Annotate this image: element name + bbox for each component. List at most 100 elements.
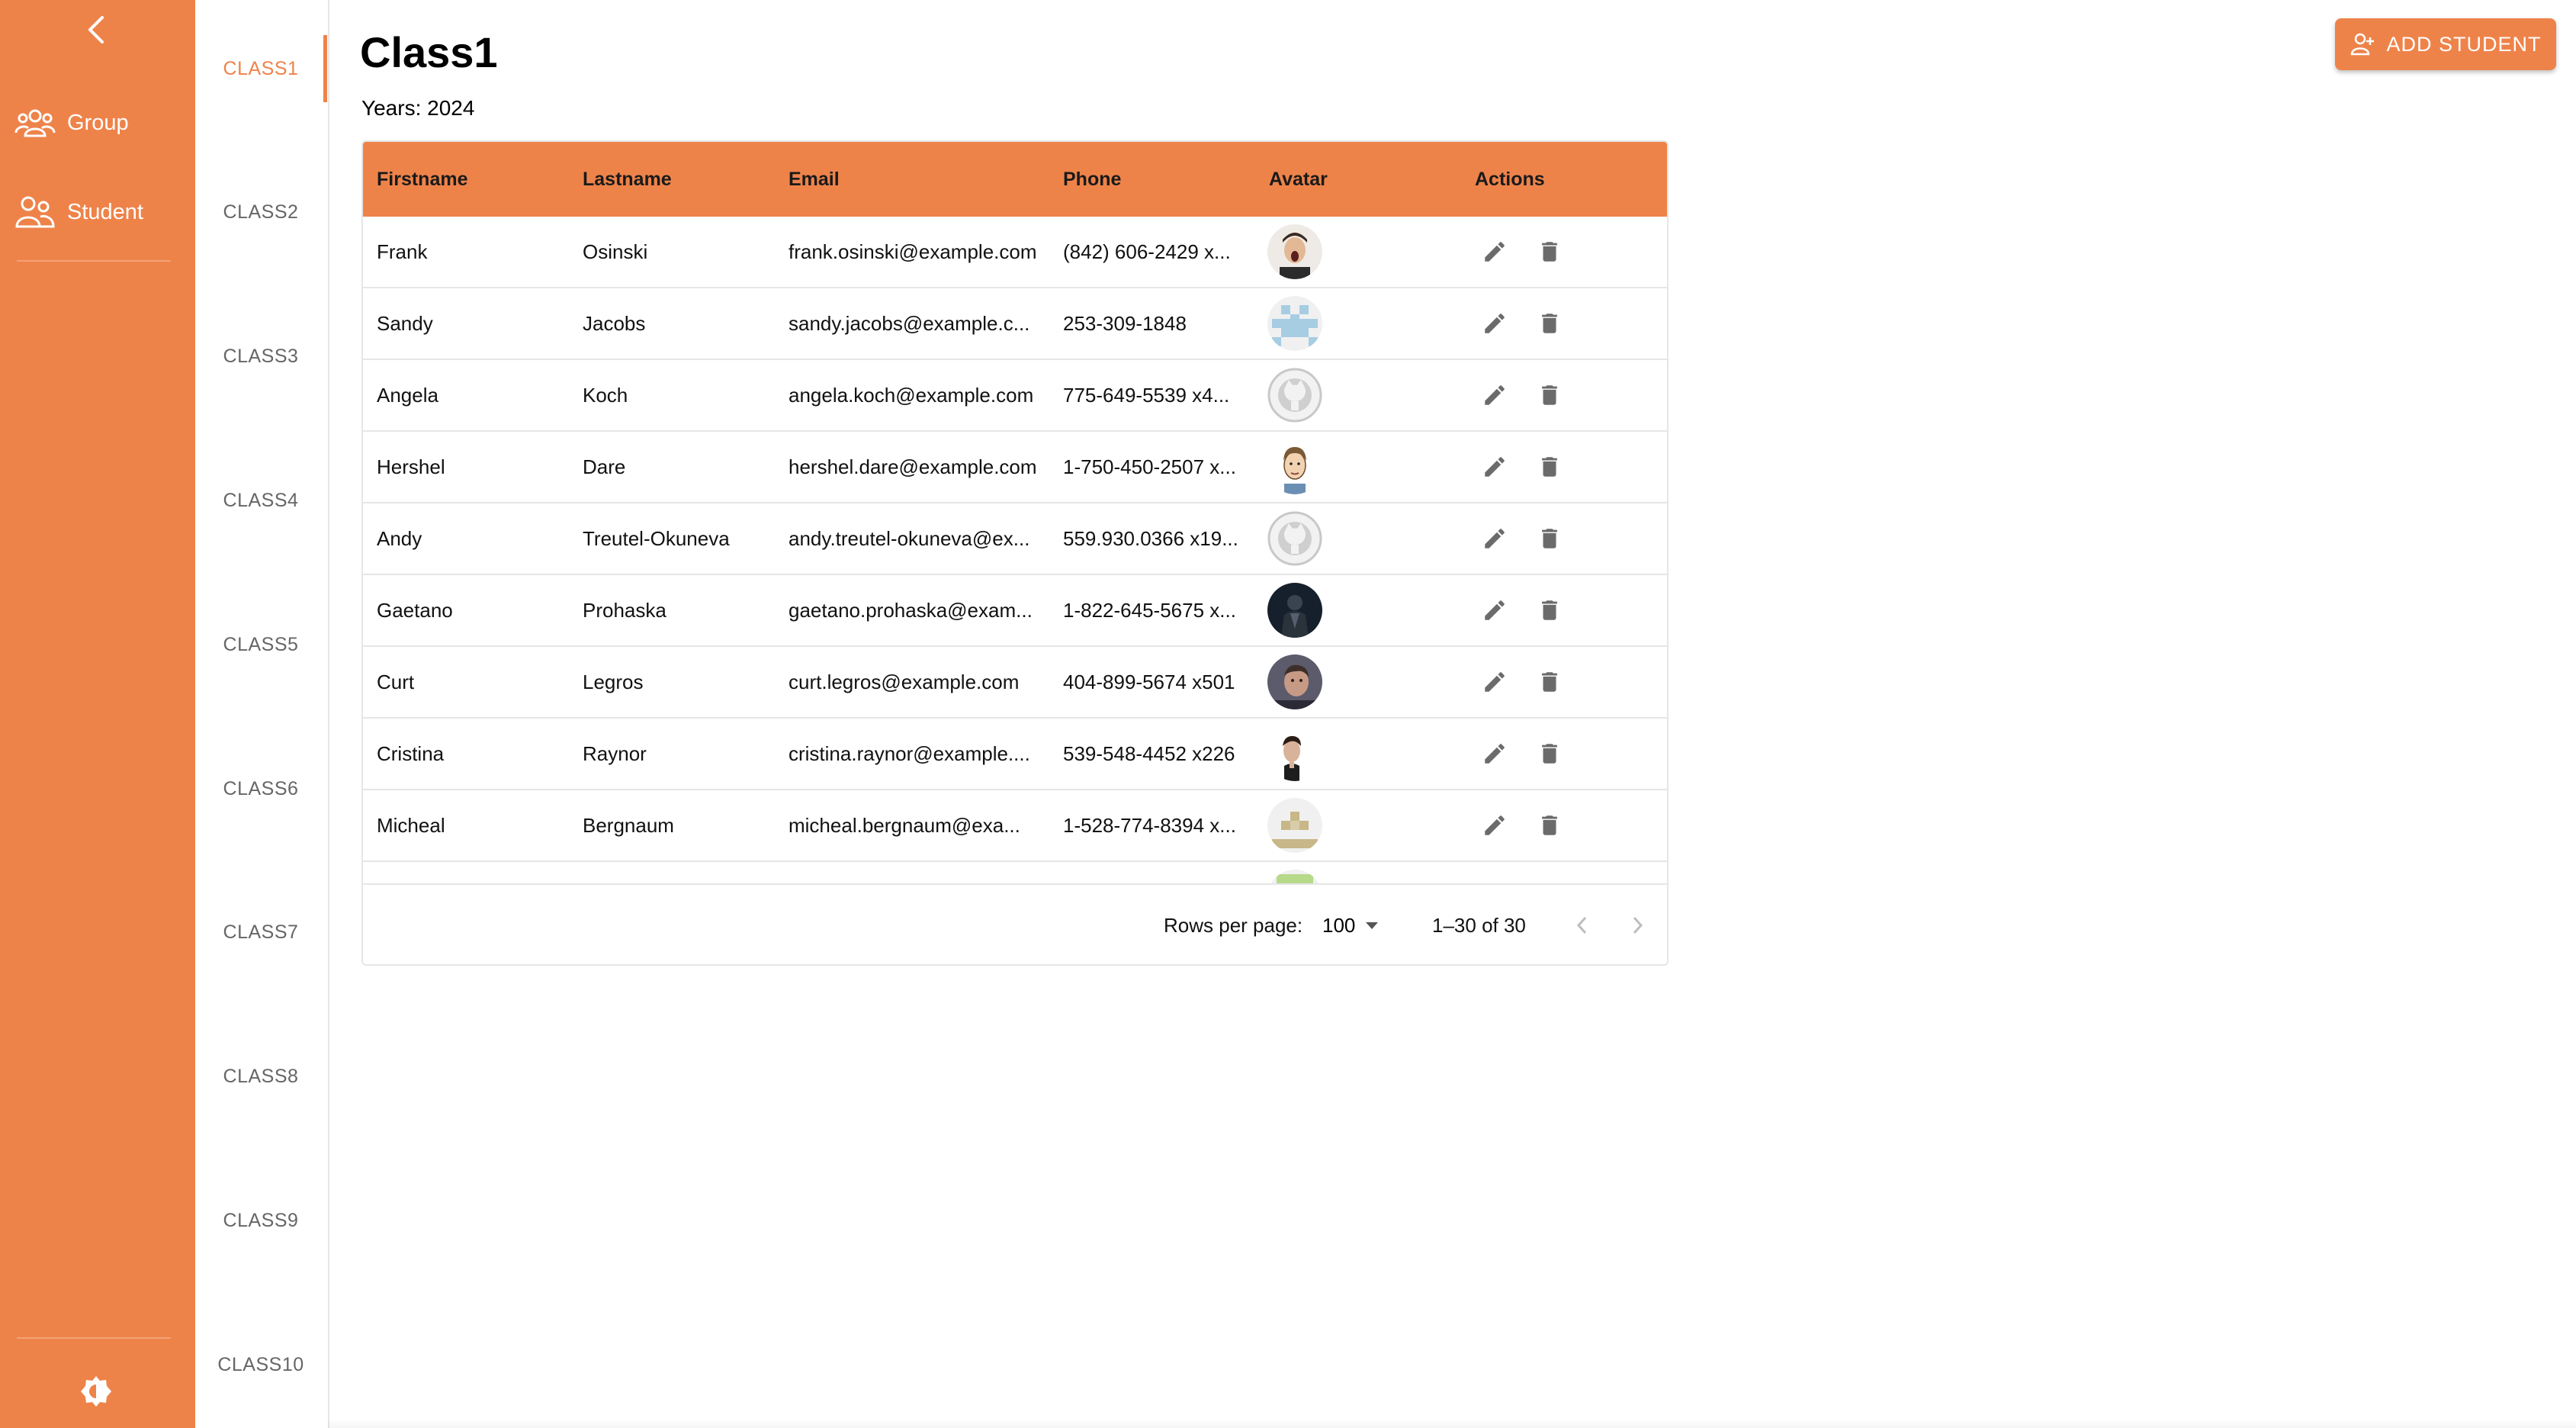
- edit-button[interactable]: [1476, 592, 1513, 629]
- table-row[interactable]: Angela Koch angela.koch@example.com 775-649…: [363, 360, 1667, 432]
- students-table: Firstname Lastname Email Phone Avatar Ac…: [361, 140, 1669, 966]
- cell-email: curt.legros@example.com: [789, 647, 1052, 717]
- tab-class9[interactable]: CLASS9: [195, 1190, 326, 1251]
- delete-button[interactable]: [1531, 807, 1568, 844]
- table-row[interactable]: Red Wolf red.wolf@example.com 540-459-7322 …: [363, 862, 1667, 883]
- cell-firstname: Gaetano: [377, 575, 567, 645]
- rows-per-page-value: 100: [1322, 913, 1356, 937]
- table-row[interactable]: Gaetano Prohaska gaetano.prohaska@exam... 1…: [363, 575, 1667, 647]
- table-row[interactable]: Curt Legros curt.legros@example.com 404-899…: [363, 647, 1667, 719]
- sidebar-item-student[interactable]: Student: [14, 189, 181, 235]
- cell-email: hershel.dare@example.com: [789, 432, 1052, 502]
- edit-button[interactable]: [1476, 449, 1513, 485]
- collapse-sidebar-button[interactable]: [79, 11, 114, 49]
- column-header-avatar[interactable]: Avatar: [1269, 142, 1328, 217]
- trash-icon: [1542, 815, 1557, 835]
- cell-lastname-text: Raynor: [583, 741, 647, 765]
- cell-lastname: Prohaska: [583, 575, 773, 645]
- cell-lastname-text: Treutel-Okuneva: [583, 526, 730, 550]
- avatar: [1267, 654, 1322, 709]
- cell-firstname: Sandy: [377, 288, 567, 359]
- tab-class4[interactable]: CLASS4: [195, 470, 326, 531]
- delete-button[interactable]: [1531, 735, 1568, 772]
- pagination-range: 1–30 of 30: [1432, 913, 1526, 937]
- cell-lastname: Raynor: [583, 719, 773, 789]
- next-page-button[interactable]: [1617, 905, 1658, 946]
- cell-firstname-text: Gaetano: [377, 598, 453, 622]
- cell-email-text: hershel.dare@example.com: [789, 455, 1037, 478]
- cell-phone: 404-899-5674 x501: [1063, 647, 1254, 717]
- delete-button[interactable]: [1531, 592, 1568, 629]
- tab-class6[interactable]: CLASS6: [195, 758, 326, 819]
- cell-lastname-text: Koch: [583, 383, 628, 407]
- chevron-left-icon: [1576, 916, 1587, 934]
- tab-class10[interactable]: CLASS10: [195, 1334, 326, 1395]
- rows-per-page-select[interactable]: 100: [1322, 905, 1396, 946]
- pencil-icon: [1485, 385, 1505, 405]
- cell-firstname-text: Sandy: [377, 311, 433, 335]
- add-student-button[interactable]: ADD STUDENT: [2335, 18, 2556, 70]
- cell-lastname: Dare: [583, 432, 773, 502]
- pencil-icon: [1485, 314, 1505, 333]
- page-title: Class1: [360, 28, 498, 76]
- cell-firstname: Hershel: [377, 432, 567, 502]
- cell-lastname: Wolf: [583, 862, 773, 883]
- edit-button[interactable]: [1476, 735, 1513, 772]
- delete-button[interactable]: [1531, 449, 1568, 485]
- avatar: [1267, 439, 1322, 494]
- delete-button[interactable]: [1531, 233, 1568, 270]
- cell-firstname-text: Hershel: [377, 455, 445, 478]
- previous-page-button[interactable]: [1562, 905, 1603, 946]
- app-root: Group Student CLASS1 CLASS2 CLASS3 CLASS…: [0, 0, 2576, 1428]
- column-header-phone[interactable]: Phone: [1063, 142, 1121, 217]
- cell-email: gaetano.prohaska@exam...: [789, 575, 1052, 645]
- edit-button[interactable]: [1476, 305, 1513, 342]
- delete-button[interactable]: [1531, 520, 1568, 557]
- tab-class7[interactable]: CLASS7: [195, 902, 326, 963]
- table-row[interactable]: Sandy Jacobs sandy.jacobs@example.c... 253-…: [363, 288, 1667, 360]
- cell-phone: 559.930.0366 x19...: [1063, 503, 1254, 574]
- edit-button[interactable]: [1476, 807, 1513, 844]
- tab-class8[interactable]: CLASS8: [195, 1046, 326, 1107]
- delete-button[interactable]: [1531, 305, 1568, 342]
- table-row[interactable]: Hershel Dare hershel.dare@example.com 1-750…: [363, 432, 1667, 503]
- cell-phone-text: 559.930.0366 x19...: [1063, 526, 1238, 550]
- cell-lastname: Osinski: [583, 217, 773, 287]
- sidebar-item-group[interactable]: Group: [14, 100, 181, 146]
- trash-icon: [1542, 242, 1557, 262]
- cell-phone-text: 404-899-5674 x501: [1063, 670, 1235, 693]
- tab-class3[interactable]: CLASS3: [195, 326, 326, 387]
- delete-button[interactable]: [1531, 664, 1568, 700]
- table-row[interactable]: Cristina Raynor cristina.raynor@example...…: [363, 719, 1667, 790]
- cell-email-text: curt.legros@example.com: [789, 670, 1020, 693]
- theme-toggle-button[interactable]: [75, 1370, 117, 1413]
- edit-button[interactable]: [1476, 664, 1513, 700]
- delete-button[interactable]: [1531, 377, 1568, 413]
- edit-button[interactable]: [1476, 520, 1513, 557]
- table-row[interactable]: Frank Osinski frank.osinski@example.com (84…: [363, 217, 1667, 288]
- column-header-email[interactable]: Email: [789, 142, 840, 217]
- cell-firstname: Frank: [377, 217, 567, 287]
- column-header-lastname[interactable]: Lastname: [583, 142, 672, 217]
- column-header-firstname[interactable]: Firstname: [377, 142, 467, 217]
- cell-lastname-text: Prohaska: [583, 598, 666, 622]
- cell-phone-text: 1-822-645-5675 x...: [1063, 598, 1236, 622]
- table-row[interactable]: Andy Treutel-Okuneva andy.treutel-okuneva@…: [363, 503, 1667, 575]
- tab-class2[interactable]: CLASS2: [195, 182, 326, 243]
- cell-firstname: Andy: [377, 503, 567, 574]
- cell-firstname: Angela: [377, 360, 567, 430]
- pencil-icon: [1485, 529, 1505, 548]
- chevron-left-icon: [88, 16, 104, 43]
- cell-email: micheal.bergnaum@exa...: [789, 790, 1052, 860]
- avatar: [1267, 870, 1322, 883]
- cell-phone-text: (842) 606-2429 x...: [1063, 240, 1231, 263]
- trash-icon: [1542, 600, 1557, 620]
- avatar: [1267, 798, 1322, 853]
- trash-icon: [1542, 457, 1557, 477]
- edit-button[interactable]: [1476, 377, 1513, 413]
- table-row[interactable]: Micheal Bergnaum micheal.bergnaum@exa... 1-…: [363, 790, 1667, 862]
- cell-lastname-text: Legros: [583, 670, 644, 693]
- tab-class1[interactable]: CLASS1: [195, 38, 326, 99]
- edit-button[interactable]: [1476, 233, 1513, 270]
- tab-class5[interactable]: CLASS5: [195, 614, 326, 675]
